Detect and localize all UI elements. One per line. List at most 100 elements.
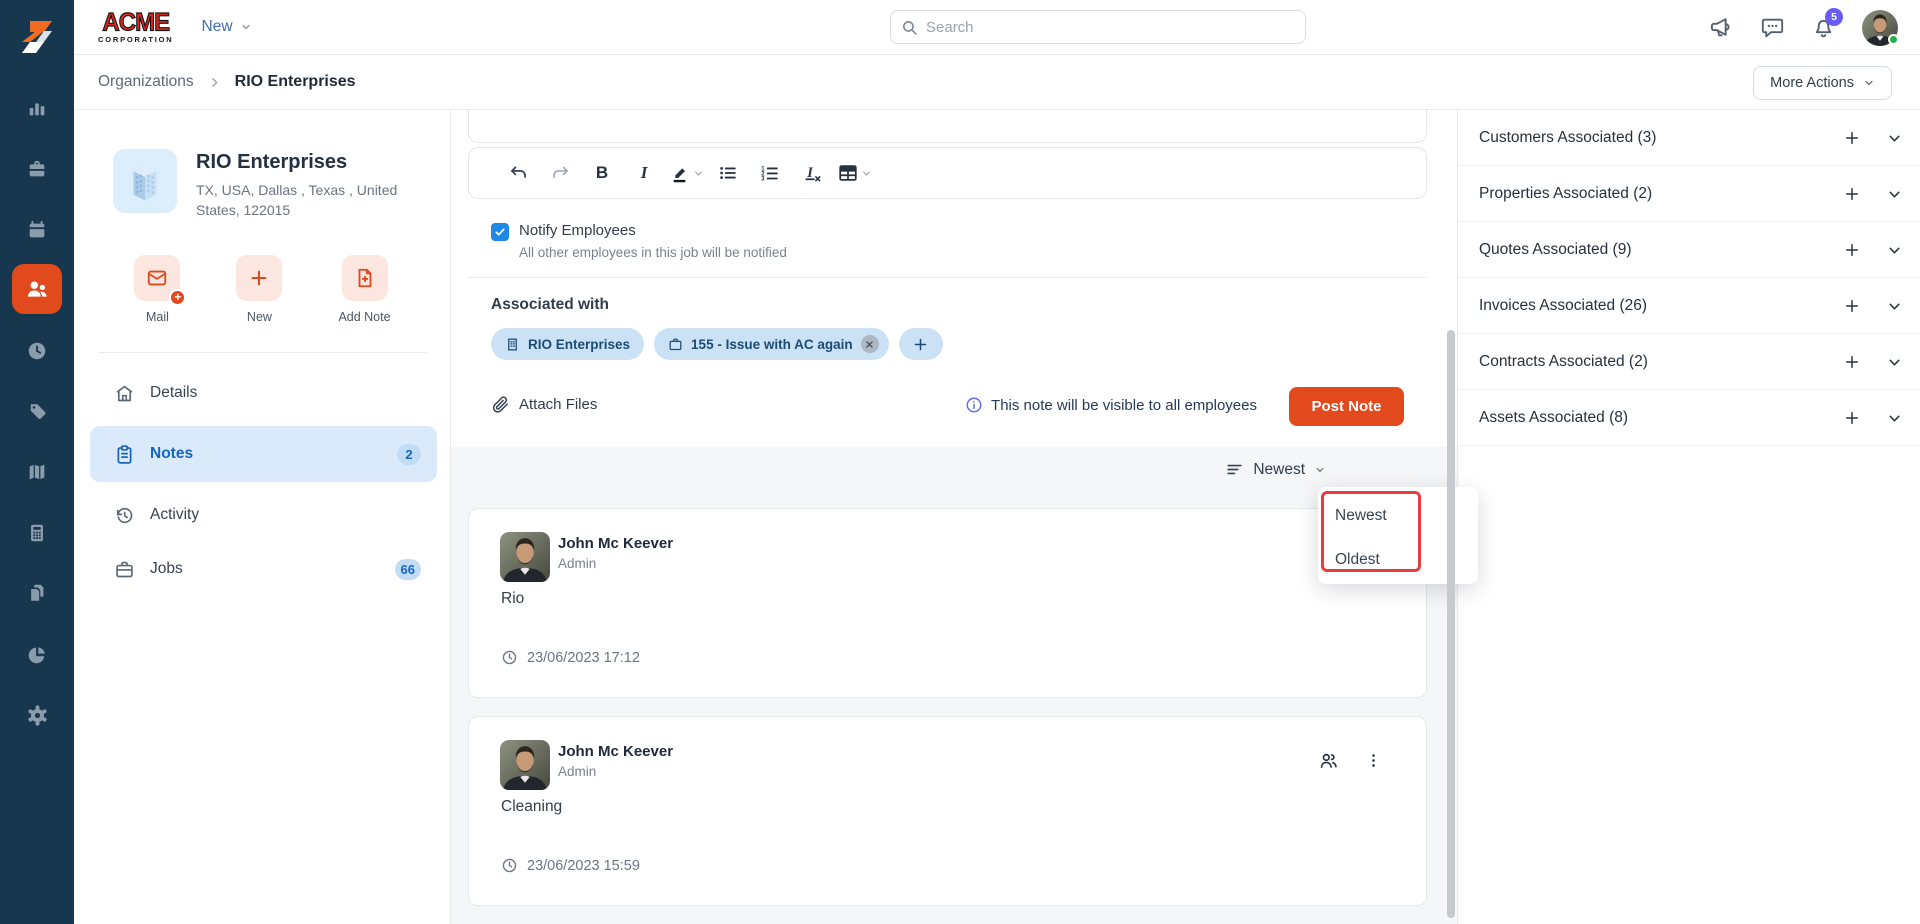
add-quote-button[interactable] [1834,222,1870,278]
sidebar-item-map[interactable] [0,459,74,485]
announcements-button[interactable] [1709,15,1734,40]
pie-chart-icon [28,647,45,664]
add-invoice-button[interactable] [1834,278,1870,334]
bullet-list-button[interactable] [709,155,747,191]
jobs-count-badge: 66 [394,558,421,580]
chip-remove-button[interactable] [860,335,879,353]
zuper-logo-icon [22,21,52,53]
tab-notes[interactable]: Notes 2 [90,426,437,482]
add-association-button[interactable] [898,328,943,360]
redo-button[interactable] [541,155,579,191]
bold-button[interactable]: B [583,155,621,191]
sidebar-item-settings[interactable] [0,702,74,728]
sidebar-item-pricebook[interactable] [0,399,74,425]
search-bar [890,10,1306,44]
note-card: John Mc Keever Admin Rio 23/06/2023 17:1… [468,508,1427,698]
numbered-list-button[interactable]: 123 [751,155,789,191]
chevron-down-icon [1888,247,1900,254]
organization-panel: RIO Enterprises TX, USA, Dallas , Texas … [74,110,451,924]
acme-logo: ACME CORPORATION [98,9,174,44]
clear-formatting-button[interactable]: I [793,155,831,191]
note-editor[interactable] [468,110,1427,143]
associated-with-heading: Associated with [491,296,609,313]
notes-count-badge: 2 [397,443,421,465]
tab-jobs[interactable]: Jobs 66 [90,548,437,590]
notes-sort-control[interactable]: Newest [1225,460,1326,479]
breadcrumb-bar: Organizations RIO Enterprises More Actio… [74,55,1920,110]
tab-activity-label: Activity [150,506,200,523]
sidebar-item-invoices[interactable] [0,520,74,546]
new-action-button[interactable]: New [236,255,283,324]
new-button[interactable]: New [202,18,252,36]
breadcrumb-organizations[interactable]: Organizations [98,73,194,91]
add-contract-button[interactable] [1834,334,1870,390]
chat-button[interactable] [1760,15,1785,40]
user-avatar[interactable] [1862,9,1899,46]
chip-rio-enterprises[interactable]: RIO Enterprises [491,328,645,360]
chevron-down-icon [1888,191,1900,198]
chevron-down-icon [1888,303,1900,310]
sidebar-item-customers-active[interactable] [12,264,62,314]
add-property-button[interactable] [1834,166,1870,222]
panel-divider [98,352,427,353]
tab-notes-label: Notes [150,445,194,462]
composer-footer: Attach Files This note will be visible t… [451,387,1457,427]
chevron-right-icon [211,77,218,87]
expand-quotes-button[interactable] [1876,222,1912,278]
bold-icon: B [595,163,609,182]
acme-logo-subtext: CORPORATION [98,34,174,44]
sidebar-item-jobs[interactable] [0,156,74,182]
sidebar-item-analytics[interactable] [0,95,74,121]
expand-customers-button[interactable] [1876,110,1912,166]
sidebar-item-documents[interactable] [0,580,74,606]
italic-button[interactable]: I [625,155,663,191]
tab-details[interactable]: Details [90,372,437,414]
note-composer: B I 123 I Notify Employees All other emp… [451,110,1457,447]
undo-button[interactable] [499,155,537,191]
sidebar-item-reports[interactable] [0,642,74,668]
chevron-down-icon [694,171,702,176]
organization-avatar [113,149,177,213]
note-timestamp-row: 23/06/2023 17:12 [501,649,640,666]
notify-employees-row: Notify Employees All other employees in … [491,222,787,260]
main-scrollbar[interactable] [1447,330,1455,918]
note-body: Rio [501,590,525,607]
more-actions-button[interactable]: More Actions [1753,66,1892,100]
clock-icon [502,858,517,873]
insert-table-button[interactable] [835,155,873,191]
note-card: John Mc Keever Admin Cleaning 23/06/2023… [468,716,1427,906]
post-note-button[interactable]: Post Note [1289,387,1404,426]
topbar: ACME CORPORATION New Search 5 [74,0,1920,55]
notes-list-area: Newest Newest Oldest John Mc Keever Admi… [451,447,1478,924]
paperclip-icon [492,396,508,413]
highlight-color-button[interactable] [667,155,705,191]
note-menu-button[interactable] [1365,752,1382,769]
section-label: Customers Associated (3) [1479,128,1657,146]
sidebar-item-dispatch[interactable] [0,217,74,243]
add-customer-button[interactable] [1834,110,1870,166]
note-visibility-users-button[interactable] [1318,750,1339,771]
attach-files-button[interactable]: Attach Files [491,395,597,414]
users-outline-icon [1320,753,1337,768]
clock-icon [28,342,46,360]
search-input[interactable] [926,18,1295,36]
expand-invoices-button[interactable] [1876,278,1912,334]
section-assets-associated: Assets Associated (8) [1458,390,1920,446]
note-timestamp-row: 23/06/2023 15:59 [501,857,640,874]
attach-files-label: Attach Files [519,396,598,413]
sidebar-item-timesheets[interactable] [0,338,74,364]
add-note-action-button[interactable]: Add Note [338,255,391,324]
chip-job-155[interactable]: 155 - Issue with AC again [654,328,889,360]
section-label: Properties Associated (2) [1479,184,1653,202]
notify-employees-checkbox[interactable] [491,223,509,241]
add-asset-button[interactable] [1834,390,1870,446]
mail-action-button[interactable]: + Mail [134,255,187,324]
numbered-list-icon: 123 [761,166,778,182]
tab-activity[interactable]: Activity [90,494,437,536]
composer-divider [468,277,1427,278]
notifications-button[interactable]: 5 [1811,8,1843,40]
expand-properties-button[interactable] [1876,166,1912,222]
expand-contracts-button[interactable] [1876,334,1912,390]
expand-assets-button[interactable] [1876,390,1912,446]
organization-name: RIO Enterprises [196,151,348,173]
